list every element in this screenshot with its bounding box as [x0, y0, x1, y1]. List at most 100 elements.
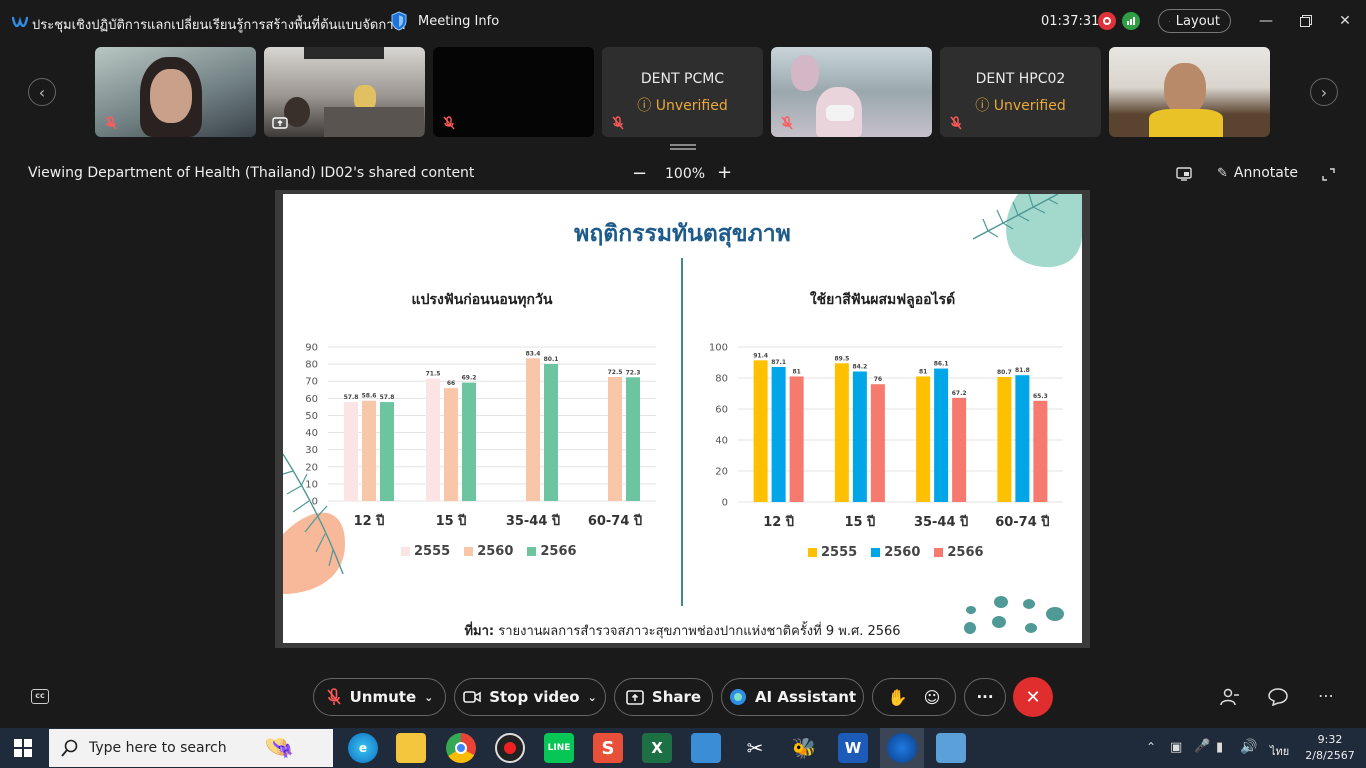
recording-icon[interactable] [1098, 12, 1116, 30]
restore-icon[interactable] [1296, 11, 1316, 31]
share-button[interactable]: Share [614, 678, 713, 716]
meeting-title: ประชุมเชิงปฏิบัติการแลกเปลี่ยนเรียนรู้กา… [32, 18, 406, 33]
chevron-down-icon[interactable]: ⌄ [424, 691, 433, 704]
slides-app-icon[interactable]: S [593, 733, 623, 763]
ai-assistant-button[interactable]: AI Assistant [721, 678, 864, 716]
volume-icon[interactable]: 🔊 [1240, 739, 1257, 755]
layout-icon [1169, 20, 1170, 22]
bee-app-icon[interactable]: 🐝 [789, 733, 819, 763]
reactions-icon[interactable]: ☺ [924, 688, 941, 707]
chevron-right-icon: › [1320, 82, 1328, 102]
participant-tile[interactable] [264, 47, 425, 137]
shared-slide-frame: พฤติกรรมทันตสุขภาพ แปรงฟันก่อนนอนทุกวัน … [275, 190, 1090, 648]
next-participants-button[interactable]: › [1310, 78, 1338, 106]
annotate-button[interactable]: ✎ Annotate [1217, 165, 1298, 181]
bar [526, 358, 540, 501]
data-label: 57.8 [344, 394, 359, 401]
muted-mic-icon [105, 116, 117, 130]
stop-video-label: Stop video [489, 688, 580, 706]
legend-label: 2566 [947, 545, 984, 560]
x-category-label: 35-44 ปี [506, 513, 560, 529]
shield-icon[interactable] [390, 11, 408, 35]
question-circle-icon: ⓘ [975, 98, 990, 114]
chat-icon[interactable] [1268, 688, 1288, 710]
legend-swatch [401, 547, 410, 556]
line-app-icon[interactable]: LINE [544, 733, 574, 763]
participant-tile[interactable] [1109, 47, 1270, 137]
bar [870, 384, 885, 502]
y-tick-label: 80 [715, 374, 728, 385]
participant-name: DENT PCMC [640, 71, 725, 87]
camera-tray-icon[interactable]: ▣ [1170, 740, 1182, 755]
legend-label: 2560 [884, 545, 921, 560]
y-tick-label: 40 [715, 436, 728, 447]
taskbar-clock[interactable]: 9:32 2/8/2567 [1304, 732, 1356, 764]
x-category-label: 60-74 ปี [995, 514, 1049, 530]
resize-handle[interactable] [670, 144, 696, 150]
legend-item: 2566 [527, 544, 577, 559]
language-indicator[interactable]: ไทย [1270, 742, 1289, 760]
legend-swatch [934, 548, 944, 557]
unmute-button[interactable]: Unmute ⌄ [313, 678, 446, 716]
chevron-down-icon[interactable]: ⌄ [588, 691, 597, 704]
data-label: 81 [919, 368, 927, 375]
chrome-icon[interactable] [446, 733, 476, 763]
bar [608, 376, 622, 501]
data-label: 57.8 [380, 394, 395, 401]
captions-icon[interactable]: cc [31, 689, 49, 704]
zoom-in-button[interactable]: + [717, 162, 732, 183]
y-tick-label: 60 [305, 394, 318, 405]
more-panels-icon[interactable]: ⋯ [1318, 686, 1334, 705]
data-label: 65.3 [1033, 393, 1048, 400]
muted-mic-icon [612, 116, 624, 130]
raise-hand-icon[interactable]: ✋ [888, 688, 908, 707]
popout-share-icon[interactable] [1176, 166, 1192, 185]
close-icon[interactable]: ✕ [1335, 11, 1355, 31]
participant-tile[interactable] [771, 47, 932, 137]
y-tick-label: 0 [312, 497, 318, 508]
data-label: 81.8 [1015, 367, 1030, 374]
edge-browser-icon[interactable]: e [348, 733, 378, 763]
participant-tile[interactable] [95, 47, 256, 137]
prev-participants-button[interactable]: ‹ [28, 78, 56, 106]
legend-item: 2555 [808, 545, 857, 560]
y-tick-label: 50 [305, 411, 318, 422]
network-signal-icon[interactable] [1122, 12, 1140, 30]
data-label: 72.5 [608, 369, 623, 376]
bar [834, 363, 849, 502]
windows-start-icon[interactable] [14, 739, 32, 757]
snipping-tool-icon[interactable]: ✂ [740, 733, 770, 763]
fullscreen-icon[interactable] [1322, 166, 1335, 185]
taskbar-search-box[interactable]: Type here to search 👒 [49, 729, 333, 767]
webex-taskbar-active[interactable] [880, 728, 924, 768]
word-icon[interactable]: W [838, 733, 868, 763]
minimize-icon[interactable]: — [1256, 11, 1276, 31]
more-options-button[interactable]: ··· [964, 678, 1006, 716]
bar [789, 376, 804, 502]
unverified-label: Unverified [655, 98, 728, 114]
bar [1033, 400, 1048, 502]
stop-video-button[interactable]: Stop video ⌄ [454, 678, 606, 716]
slide-source: ที่มา: รายงานผลการสำรวจสภาวะสุขภาพช่องปา… [283, 620, 1082, 641]
legend-label: 2560 [477, 544, 514, 559]
participants-icon[interactable] [1220, 688, 1240, 710]
participant-tile[interactable]: DENT HPC02 ⓘ Unverified [940, 47, 1101, 137]
record-app-icon[interactable] [495, 733, 525, 763]
leave-meeting-button[interactable]: ✕ [1013, 677, 1053, 717]
microphone-tray-icon[interactable]: 🎤 [1194, 739, 1210, 754]
zoom-out-button[interactable]: − [632, 163, 647, 184]
bar [380, 402, 394, 501]
file-explorer-icon[interactable] [396, 733, 426, 763]
battery-icon[interactable]: ▮ [1216, 740, 1223, 755]
layout-button[interactable]: Layout [1158, 9, 1231, 33]
participant-tile[interactable]: DENT PCMC ⓘ Unverified [602, 47, 763, 137]
muted-mic-icon [327, 688, 341, 705]
muted-mic-icon [950, 116, 962, 130]
excel-icon[interactable]: X [642, 733, 672, 763]
remote-desktop-icon[interactable] [691, 733, 721, 763]
photos-icon[interactable] [936, 733, 966, 763]
bar [362, 400, 376, 501]
chevron-up-icon[interactable]: ⌃ [1146, 740, 1156, 754]
meeting-info-link[interactable]: Meeting Info [418, 14, 499, 29]
participant-tile[interactable] [433, 47, 594, 137]
